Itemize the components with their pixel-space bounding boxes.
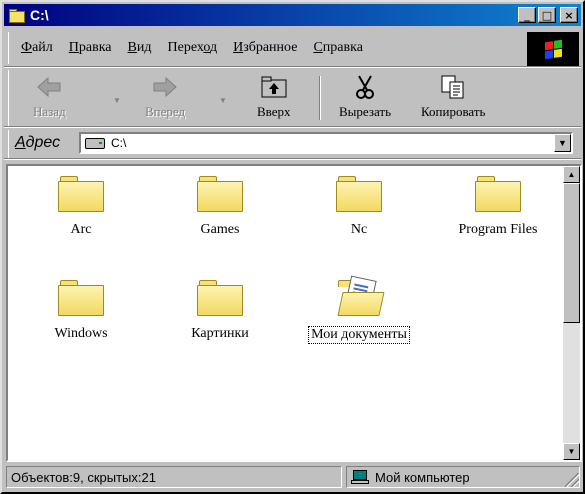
folder-item-my-documents[interactable]: Мои документы (294, 275, 424, 344)
folder-up-icon (259, 74, 289, 100)
forward-dropdown-arrow[interactable]: ▼ (219, 96, 227, 105)
menu-label-part: Перех (167, 40, 204, 55)
arrow-left-icon (36, 74, 62, 100)
cut-button[interactable]: Вырезать (339, 74, 391, 122)
address-value[interactable]: C:\ (111, 136, 126, 150)
menu-label-part: д (209, 40, 218, 55)
folder-icon (58, 174, 104, 212)
folder-label: Картинки (191, 326, 249, 341)
folder-item-pictures[interactable]: Картинки (155, 278, 285, 342)
folder-icon (8, 7, 26, 23)
folder-label: Nc (350, 222, 368, 237)
folder-label: Windows (54, 326, 108, 341)
folder-item-games[interactable]: Games (155, 174, 285, 238)
folder-item-arc[interactable]: Arc (16, 174, 146, 238)
folder-label: Мои документы (308, 326, 410, 344)
folder-item-windows[interactable]: Windows (16, 278, 146, 342)
window-title: C:\ (30, 7, 49, 23)
menu-divider (4, 66, 581, 68)
close-button[interactable]: × (560, 7, 578, 23)
menu-hotkey-letter: П (68, 40, 79, 55)
status-location-label: Мой компьютер (375, 469, 470, 485)
menu-hotkey-letter: Ф (21, 40, 33, 55)
title-bar[interactable]: C:\ _ □ × (4, 4, 581, 26)
copy-button[interactable]: Копировать (421, 74, 485, 122)
folder-icon (197, 278, 243, 316)
file-list-pane[interactable]: Arc Games Nc Program Files Windows Карти… (6, 164, 582, 462)
menu-favorites[interactable]: Избранное (233, 40, 297, 56)
maximize-button[interactable]: □ (538, 7, 556, 23)
address-label: Адрес (15, 134, 60, 152)
up-label: Вверх (257, 104, 291, 119)
menu-label-part: равка (78, 40, 112, 55)
drive-icon (85, 137, 105, 149)
folder-label: Program Files (458, 222, 538, 237)
menu-label-part: збранное (243, 40, 298, 55)
arrow-right-icon (152, 74, 178, 100)
address-dropdown-button[interactable]: ▼ (554, 134, 571, 152)
window-controls: _ □ × (518, 7, 578, 23)
toolbar-divider (4, 126, 581, 128)
copy-icon (440, 74, 466, 100)
menu-hotkey-letter: И (233, 40, 244, 55)
folder-icon (336, 174, 382, 212)
my-documents-icon (336, 275, 385, 316)
folder-label: Arc (70, 222, 92, 237)
menu-hotkey-letter: о (203, 40, 210, 55)
status-bar: Объектов:9, скрытых:21 Мой компьютер (6, 466, 582, 490)
forward-button[interactable]: Вперед (145, 74, 185, 122)
back-button[interactable]: Назад (33, 74, 66, 122)
resize-grip[interactable] (565, 473, 579, 487)
folder-icon (58, 278, 104, 316)
cut-label: Вырезать (339, 104, 392, 119)
menu-bar: Файл Правка Вид Переход Избранное Справк… (8, 32, 525, 64)
status-location: Мой компьютер (346, 466, 580, 488)
explorer-window: C:\ _ □ × Файл Правка Вид Переход Избран… (0, 0, 585, 494)
toolbar-separator (319, 76, 321, 120)
menu-go[interactable]: Переход (168, 40, 218, 56)
back-dropdown-arrow[interactable]: ▼ (113, 96, 121, 105)
folder-label: Games (200, 222, 240, 237)
address-label-rest: дрес (25, 134, 61, 151)
menu-hotkey-letter: С (313, 40, 323, 55)
computer-icon (351, 470, 369, 484)
address-field[interactable]: C:\ ▼ (79, 132, 573, 154)
menu-label-part: айл (32, 40, 53, 55)
forward-label: Вперед (145, 104, 186, 119)
scroll-down-button[interactable]: ▼ (563, 443, 580, 460)
status-object-count: Объектов:9, скрытых:21 (6, 466, 342, 488)
menu-edit[interactable]: Правка (69, 40, 112, 56)
address-label-hotkey: А (15, 134, 26, 151)
folder-item-program-files[interactable]: Program Files (433, 174, 563, 238)
menu-help[interactable]: Справка (313, 40, 362, 56)
folder-icon (475, 174, 521, 212)
minimize-button[interactable]: _ (518, 7, 536, 23)
back-label: Назад (33, 104, 66, 119)
scroll-up-button[interactable]: ▲ (563, 166, 580, 183)
address-divider (4, 158, 581, 160)
scissors-icon (353, 74, 377, 100)
toolbar: Назад ▼ Вперед ▼ Вверх Вырезать Копирова… (8, 70, 579, 126)
menu-hotkey-letter: В (127, 40, 137, 55)
folder-icon (197, 174, 243, 212)
up-button[interactable]: Вверх (257, 74, 291, 122)
windows-logo-icon (527, 32, 579, 66)
menu-view[interactable]: Вид (128, 40, 152, 56)
vertical-scrollbar[interactable]: ▲ ▼ (563, 166, 580, 460)
menu-label-part: ид (136, 40, 152, 55)
menu-file[interactable]: Файл (21, 40, 53, 56)
copy-label: Копировать (421, 104, 486, 119)
address-bar: Адрес C:\ ▼ (8, 130, 579, 158)
menu-label-part: правка (322, 40, 363, 55)
folder-item-nc[interactable]: Nc (294, 174, 424, 238)
scroll-thumb[interactable] (563, 183, 580, 323)
